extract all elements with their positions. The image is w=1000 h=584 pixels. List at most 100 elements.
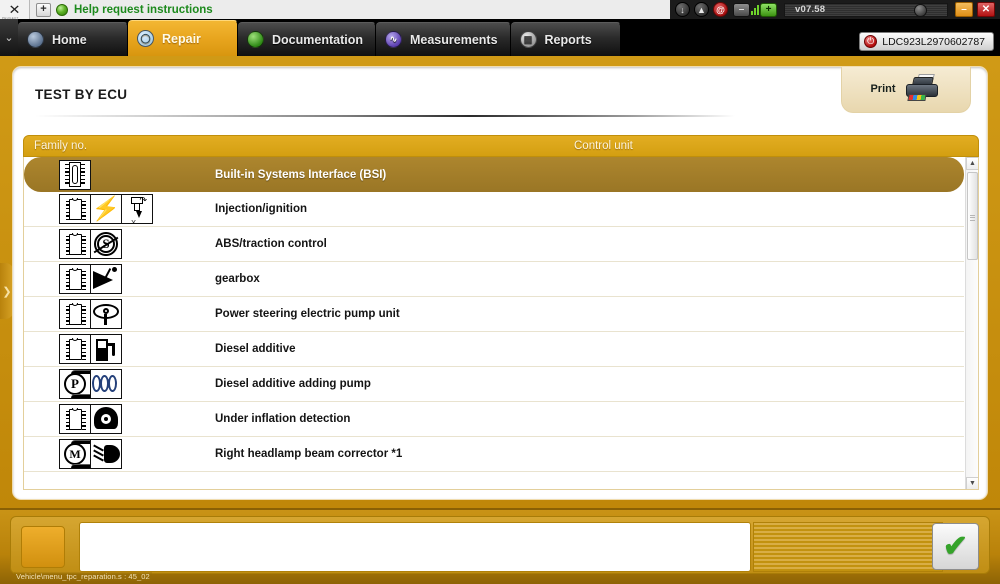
printer-icon [904, 74, 942, 102]
volume-stepper[interactable]: – + [733, 2, 777, 17]
close-button[interactable]: ✕ [977, 2, 995, 17]
parking-brake-icon: P [59, 369, 91, 399]
magnifier-icon: ◯ [137, 30, 154, 47]
volume-minus-button[interactable]: – [733, 2, 750, 17]
version-label: v07.58 [795, 4, 826, 15]
application-window: ✕ PEUGEOT + Help request instructions ↓ … [0, 0, 1000, 584]
row-label: Built-in Systems Interface (BSI) [215, 168, 387, 181]
row-label: ABS/traction control [215, 238, 327, 250]
print-button-label: Print [870, 83, 896, 95]
expand-help-button[interactable]: + [36, 2, 51, 17]
motor-icon: M [59, 439, 91, 469]
at-sign-icon[interactable]: @ [713, 2, 728, 17]
coil-spring-icon [90, 369, 122, 399]
table-row[interactable]: Built-in Systems Interface (BSI) [24, 157, 964, 192]
row-icons: ⚡ ↷ ⋎ [24, 194, 189, 224]
row-icons: P [24, 369, 189, 399]
scroll-up-icon[interactable]: ▲ [966, 157, 978, 170]
minimize-button[interactable]: – [955, 2, 973, 17]
ecu-chip-icon [59, 194, 91, 224]
bottom-left-button[interactable] [21, 526, 65, 568]
ecu-chip-icon [59, 334, 91, 364]
brand-logo: ✕ PEUGEOT [0, 0, 30, 19]
volume-level-icon [751, 4, 759, 15]
scroll-down-icon[interactable]: ▼ [966, 477, 978, 489]
bottom-ridge-decoration [753, 522, 943, 572]
column-header-control-unit: Control unit [574, 140, 633, 152]
help-bar-filler [212, 0, 670, 19]
status-path-label: Vehicle\menu_tpc_reparation.s : 45_02 [14, 572, 152, 581]
row-label: Under inflation detection [215, 413, 351, 425]
ecu-chip-icon [59, 264, 91, 294]
bottom-bar: ✔ Vehicle\menu_tpc_reparation.s : 45_02 [0, 508, 1000, 584]
row-label: Right headlamp beam corrector *1 [215, 448, 403, 460]
row-icons: S [24, 229, 189, 259]
version-indicator: v07.58 [784, 2, 948, 17]
download-icon[interactable]: ↓ [675, 2, 690, 17]
table-row[interactable]: P Diesel additive adding pump [24, 367, 964, 402]
tab-measurements[interactable]: ∿ Measurements [375, 22, 511, 56]
checkmark-icon: ✔ [942, 529, 969, 563]
book-icon [247, 31, 264, 48]
headlamp-icon [90, 439, 122, 469]
confirm-button[interactable]: ✔ [932, 523, 979, 570]
gear-shifter-icon [90, 264, 122, 294]
row-label: Injection/ignition [215, 203, 307, 215]
help-bar: ✕ PEUGEOT + Help request instructions ↓ … [0, 0, 1000, 19]
tab-home[interactable]: Home [18, 22, 128, 56]
tab-reports[interactable]: ▤ Reports [510, 22, 621, 56]
table-row[interactable]: ⚡ ↷ ⋎ Injection/ignition [24, 192, 964, 227]
tab-bar-spacer [620, 19, 860, 56]
row-label: Diesel additive adding pump [215, 378, 371, 390]
table-row[interactable]: M Right headlamp beam corrector *1 [24, 437, 964, 472]
page-frame: ❯ TEST BY ECU Print Family no. Control u… [0, 56, 1000, 508]
row-icons [24, 334, 189, 364]
table-row[interactable]: Diesel additive [24, 332, 964, 367]
row-label: Power steering electric pump unit [215, 308, 400, 320]
vin-badge[interactable]: ⏻ LDC923L2970602787 [859, 32, 994, 51]
print-button[interactable]: Print [841, 67, 971, 113]
row-icons: M [24, 439, 189, 469]
flame-icon[interactable]: ▲ [694, 2, 709, 17]
help-request-label[interactable]: Help request instructions [74, 4, 213, 16]
bottom-bar-panel: ✔ [10, 516, 990, 574]
table-scrollbar[interactable]: ▲ ▼ [965, 157, 978, 489]
table-row[interactable]: S ABS/traction control [24, 227, 964, 262]
row-label: gearbox [215, 273, 260, 285]
table-row[interactable]: Under inflation detection [24, 402, 964, 437]
column-header-family: Family no. [34, 140, 88, 152]
tab-documentation-label: Documentation [272, 32, 363, 47]
lightning-bolt-icon: ⚡ [90, 194, 122, 224]
steering-wheel-icon [90, 299, 122, 329]
fuel-injector-icon: ↷ ⋎ [121, 194, 153, 224]
abs-skid-icon: S [90, 229, 122, 259]
chevron-down-icon[interactable]: ⌄ [0, 19, 18, 56]
row-icons [24, 404, 189, 434]
help-status-icon [56, 3, 68, 16]
main-tab-bar: ⌄ Home ◯ Repair Documentation ∿ Measurem… [0, 19, 1000, 56]
ecu-chip-icon [59, 404, 91, 434]
table-body: Built-in Systems Interface (BSI) ⚡ ↷ ⋎ Injec… [23, 157, 979, 490]
table-row-list: Built-in Systems Interface (BSI) ⚡ ↷ ⋎ Injec… [24, 157, 964, 472]
version-knob-icon [914, 3, 927, 17]
fuel-pump-icon [90, 334, 122, 364]
table-row[interactable]: gearbox [24, 262, 964, 297]
tab-documentation[interactable]: Documentation [238, 22, 376, 56]
ecu-table: Family no. Control unit Built-in Systems… [23, 135, 979, 490]
ecu-chip-icon [59, 229, 91, 259]
lion-logo-icon: ✕ [8, 2, 21, 17]
scrollbar-thumb[interactable] [967, 172, 978, 260]
message-input[interactable] [79, 522, 751, 572]
table-row[interactable]: Power steering electric pump unit [24, 297, 964, 332]
tab-home-label: Home [52, 32, 87, 47]
chevron-right-icon: ❯ [2, 285, 12, 298]
volume-plus-button[interactable]: + [760, 2, 777, 17]
vin-label: LDC923L2970602787 [882, 35, 985, 48]
row-icons [24, 299, 189, 329]
row-icons [24, 159, 189, 190]
table-header-row: Family no. Control unit [23, 135, 979, 157]
tab-repair[interactable]: ◯ Repair [128, 20, 238, 56]
page-title: TEST BY ECU [35, 87, 128, 102]
power-icon: ⏻ [864, 35, 878, 48]
system-toolbar: ↓ ▲ @ – + v07.58 – ✕ [670, 0, 1000, 19]
